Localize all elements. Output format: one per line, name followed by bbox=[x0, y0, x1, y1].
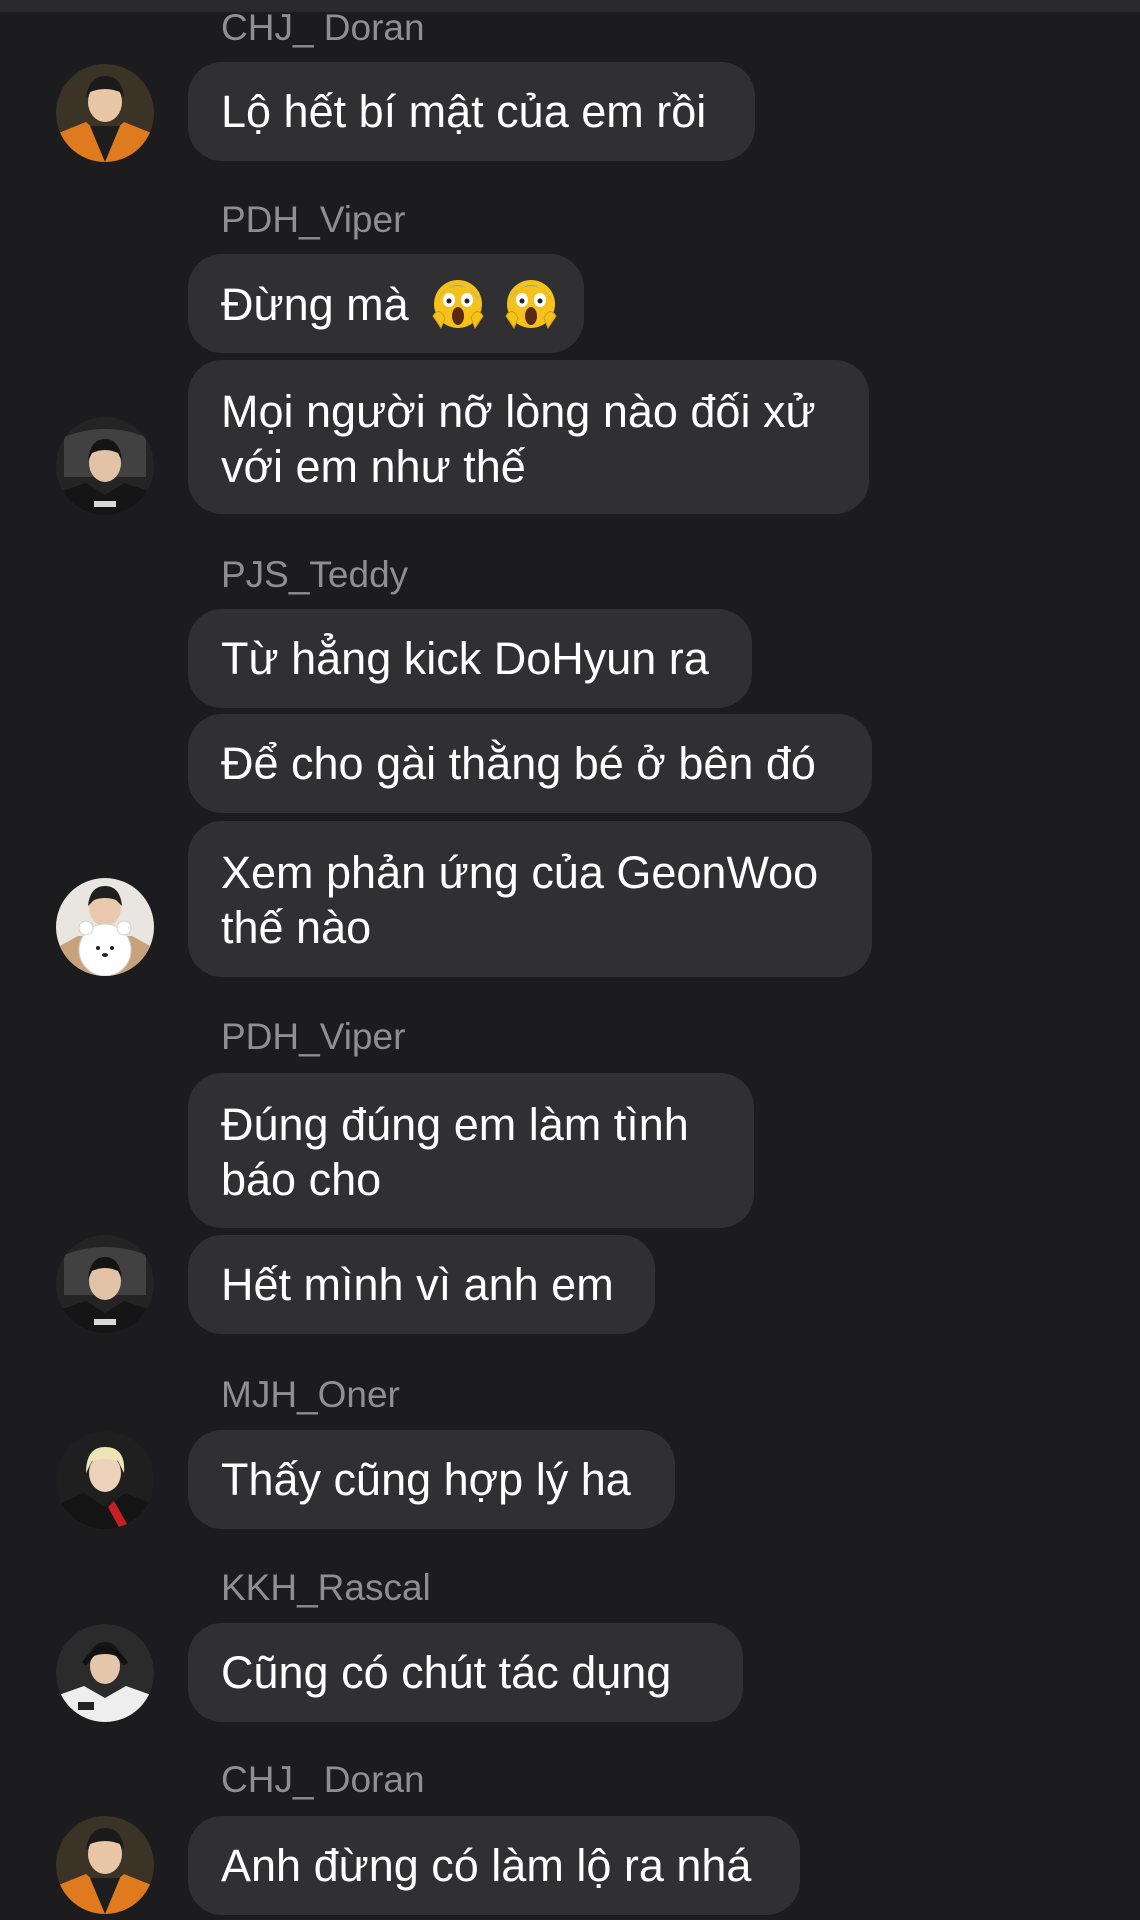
message-text: Thấy cũng hợp lý ha bbox=[221, 1454, 631, 1505]
message-bubble[interactable]: Từ hẳng kick DoHyun ra bbox=[188, 609, 752, 708]
message-bubble[interactable]: Anh đừng có làm lộ ra nhá bbox=[188, 1816, 800, 1915]
message-bubble[interactable]: Đúng đúng em làm tình báo cho bbox=[188, 1073, 754, 1228]
message-text-line: Đúng đúng em làm tình bbox=[221, 1099, 689, 1150]
avatar-rascal[interactable] bbox=[56, 1624, 154, 1722]
sender-name: PJS_Teddy bbox=[221, 554, 409, 595]
message-text: Hết mình vì anh em bbox=[221, 1259, 614, 1310]
avatar-oner[interactable] bbox=[56, 1431, 154, 1529]
sender-name: KKH_Rascal bbox=[221, 1567, 431, 1608]
message-text: Anh đừng có làm lộ ra nhá bbox=[221, 1840, 752, 1891]
message-bubble[interactable]: Xem phản ứng của GeonWoo thế nào bbox=[188, 821, 872, 977]
sender-name: MJH_Oner bbox=[221, 1374, 400, 1415]
message-text: Từ hẳng kick DoHyun ra bbox=[221, 633, 709, 684]
message-text: Lộ hết bí mật của em rồi bbox=[221, 86, 707, 137]
message-text-line: với em như thế bbox=[221, 441, 526, 492]
avatar-viper[interactable] bbox=[56, 417, 154, 515]
message-bubble[interactable]: Lộ hết bí mật của em rồi bbox=[188, 62, 755, 161]
message-bubble[interactable]: Để cho gài thằng bé ở bên đó bbox=[188, 714, 872, 813]
message-text-line: Mọi người nỡ lòng nào đối xử bbox=[221, 386, 816, 437]
avatar-doran[interactable] bbox=[56, 1816, 154, 1914]
message-bubble[interactable]: Hết mình vì anh em bbox=[188, 1235, 655, 1334]
top-bar bbox=[0, 0, 1140, 12]
message-text-line: báo cho bbox=[221, 1154, 382, 1205]
avatar-doran[interactable] bbox=[56, 64, 154, 162]
sender-name: PDH_Viper bbox=[221, 199, 406, 240]
avatar-viper[interactable] bbox=[56, 1235, 154, 1333]
message-text-line: thế nào bbox=[221, 902, 372, 953]
face-screaming-in-fear-icon bbox=[431, 276, 485, 342]
face-screaming-in-fear-icon bbox=[504, 276, 558, 342]
message-text: Cũng có chút tác dụng bbox=[221, 1647, 672, 1698]
message-text-line: Xem phản ứng của GeonWoo bbox=[221, 847, 819, 898]
sender-name: CHJ_ Doran bbox=[221, 7, 425, 48]
message-bubble[interactable]: Đừng mà bbox=[188, 254, 584, 353]
sender-name: CHJ_ Doran bbox=[221, 1759, 425, 1800]
message-text: Đừng mà bbox=[221, 279, 409, 330]
message-text: Để cho gài thằng bé ở bên đó bbox=[221, 738, 816, 789]
message-bubble[interactable]: Mọi người nỡ lòng nào đối xử với em như … bbox=[188, 360, 869, 514]
sender-name: PDH_Viper bbox=[221, 1016, 406, 1057]
message-bubble[interactable]: Thấy cũng hợp lý ha bbox=[188, 1430, 675, 1529]
avatar-teddy[interactable] bbox=[56, 878, 154, 976]
message-bubble[interactable]: Cũng có chút tác dụng bbox=[188, 1623, 743, 1722]
